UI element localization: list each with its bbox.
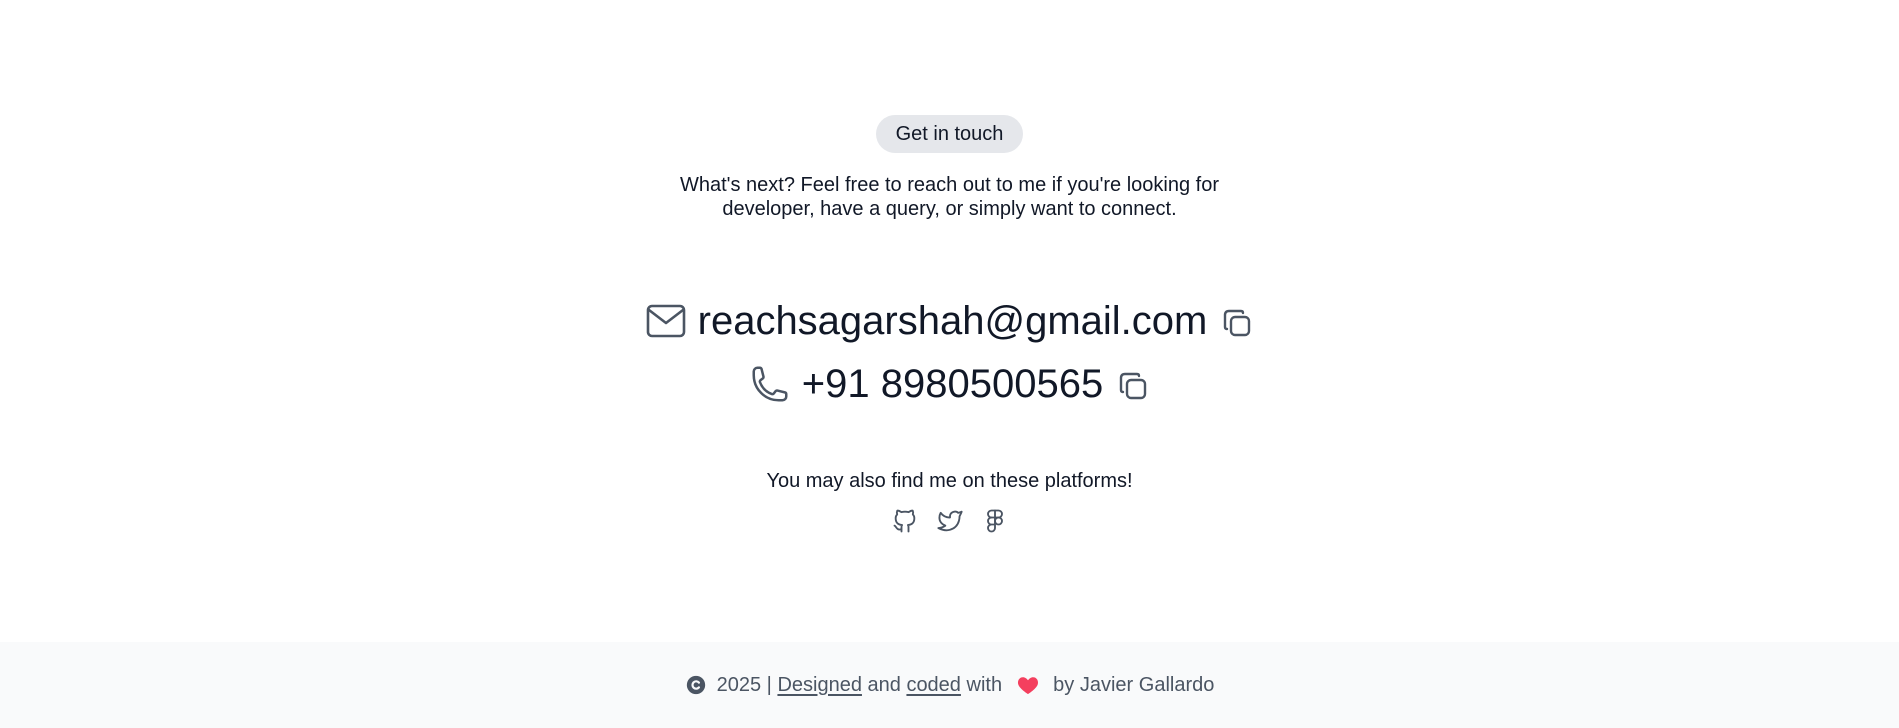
figma-icon — [981, 507, 1009, 535]
phone-number: +91 8980500565 — [801, 362, 1104, 406]
twitter-link[interactable] — [934, 505, 965, 536]
social-links — [889, 505, 1010, 536]
figma-link[interactable] — [979, 505, 1010, 536]
copy-phone-button[interactable] — [1117, 370, 1149, 402]
heart-icon — [1017, 675, 1039, 695]
phone-row: +91 8980500565 — [750, 362, 1149, 406]
footer-with: with — [960, 673, 1008, 696]
github-link[interactable] — [889, 505, 920, 536]
copy-icon — [1222, 308, 1252, 338]
footer-and: and — [861, 673, 907, 696]
mail-icon — [646, 301, 686, 341]
page: Get in touch What's next? Feel free to r… — [0, 0, 1899, 728]
get-in-touch-badge: Get in touch — [875, 115, 1024, 153]
email-row: reachsagarshah@gmail.com — [646, 299, 1254, 343]
footer: 2025 | Designed and coded with by Javier… — [0, 642, 1899, 728]
footer-year: 2025 | — [716, 673, 778, 696]
contact-section: Get in touch What's next? Feel free to r… — [0, 0, 1899, 642]
copy-icon — [1118, 371, 1148, 401]
coded-link[interactable]: coded — [906, 674, 961, 697]
platforms-label: You may also find me on these platforms! — [766, 470, 1133, 492]
footer-author: by Javier Gallardo — [1047, 673, 1215, 696]
designed-link[interactable]: Designed — [777, 674, 862, 697]
github-icon — [891, 507, 919, 535]
email-address: reachsagarshah@gmail.com — [697, 299, 1208, 343]
copy-email-button[interactable] — [1221, 307, 1253, 339]
twitter-icon — [936, 507, 964, 535]
phone-icon — [750, 364, 790, 404]
intro-text: What's next? Feel free to reach out to m… — [679, 174, 1219, 220]
copyright-icon — [685, 674, 707, 696]
